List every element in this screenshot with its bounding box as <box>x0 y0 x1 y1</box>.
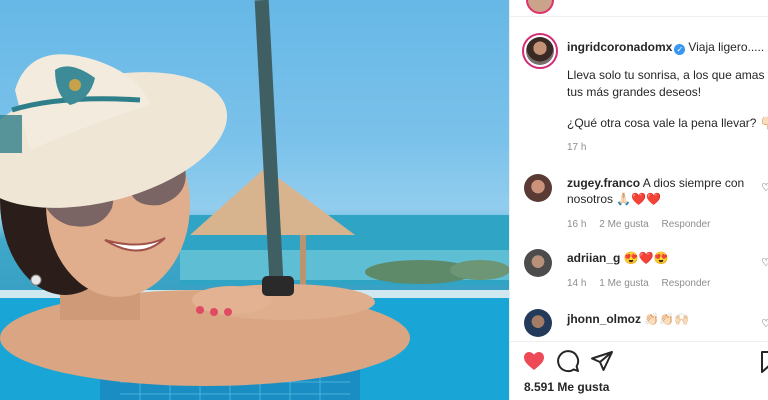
comment-time[interactable]: 16 h <box>567 219 586 230</box>
comment-meta: 16 h 2 Me gusta Responder <box>567 219 720 230</box>
comment-body: 😍❤️😍 <box>623 251 669 265</box>
verified-badge-icon: ✓ <box>674 44 686 55</box>
comment-likes[interactable]: 2 Me gusta <box>599 219 648 230</box>
commenter-username[interactable]: adriian_g <box>567 251 620 265</box>
caption-line: tus más grandes deseos! <box>567 85 702 99</box>
bookmark-icon[interactable] <box>760 350 768 374</box>
caption-line: ¿Qué otra cosa vale la pena llevar? 👇🏻 <box>567 116 768 130</box>
commenter-username[interactable]: zugey.franco <box>567 176 640 190</box>
reply-button[interactable]: Responder <box>662 278 711 289</box>
commenter-avatar[interactable] <box>524 249 552 277</box>
comment-likes[interactable]: 1 Me gusta <box>599 278 648 289</box>
comment-text: adriian_g 😍❤️😍 <box>567 250 669 266</box>
comment-body-line: nosotros 🙏🏻❤️❤️ <box>567 192 662 206</box>
comment-body: 👏🏻👏🏻🙌🏻 <box>644 312 690 326</box>
comment-time[interactable]: 14 h <box>567 278 586 289</box>
small-heart-icon[interactable]: ♡ <box>761 181 768 194</box>
post-side-panel: ingridcoronadomx ✓ Viaja ligero..... Lleva… <box>509 0 768 400</box>
comment-text: jhonn_olmoz 👏🏻👏🏻🙌🏻 <box>567 311 689 327</box>
commenter-avatar[interactable] <box>524 309 552 337</box>
small-heart-icon[interactable]: ♡ <box>761 317 768 330</box>
caption-line: Lleva solo tu sonrisa, a los que amas y <box>567 68 768 82</box>
comment-body: A dios siempre con <box>642 176 745 190</box>
comment-meta: 14 h 1 Me gusta Responder <box>567 278 720 289</box>
small-heart-icon[interactable]: ♡ <box>761 256 768 269</box>
post-photo[interactable] <box>0 0 509 400</box>
reply-button[interactable]: Responder <box>662 219 711 230</box>
comment-bubble-icon[interactable] <box>556 349 580 373</box>
header-avatar[interactable] <box>526 0 554 14</box>
comment-text: zugey.franco A dios siempre con <box>567 175 744 191</box>
caption-body: Lleva solo tu sonrisa, a los que amas y … <box>567 67 768 132</box>
caption-header: ingridcoronadomx ✓ Viaja ligero..... <box>567 39 764 55</box>
beach-pool-scene <box>0 0 509 400</box>
heart-filled-icon[interactable] <box>522 349 546 373</box>
commenter-avatar[interactable] <box>524 174 552 202</box>
actions-divider <box>510 341 768 342</box>
paper-plane-icon[interactable] <box>590 349 614 373</box>
post-header-strip <box>510 0 768 17</box>
caption-timestamp[interactable]: 17 h <box>567 142 586 153</box>
caption-title: Viaja ligero..... <box>688 40 765 54</box>
author-avatar[interactable] <box>522 33 558 69</box>
likes-count[interactable]: 8.591 Me gusta <box>524 380 609 394</box>
commenter-username[interactable]: jhonn_olmoz <box>567 312 641 326</box>
author-username[interactable]: ingridcoronadomx <box>567 40 672 54</box>
